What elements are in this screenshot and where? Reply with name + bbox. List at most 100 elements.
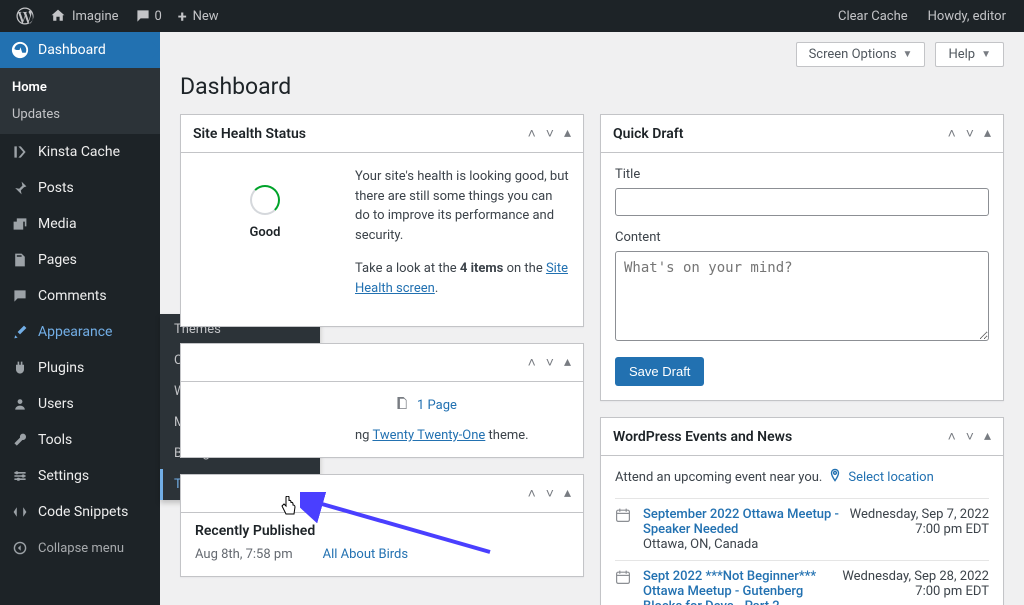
pages-icon: [10, 250, 30, 270]
box-title: Quick Draft: [613, 126, 683, 142]
wp-logo[interactable]: [8, 0, 42, 32]
move-down-icon[interactable]: ˅: [546, 485, 554, 502]
activity-date: Aug 8th, 7:58 pm: [195, 547, 293, 562]
site-name: Imagine: [72, 9, 119, 24]
screen-options-button[interactable]: Screen Options ▼: [796, 42, 926, 67]
help-label: Help: [948, 47, 975, 62]
move-down-icon[interactable]: ˅: [966, 428, 974, 445]
move-up-icon[interactable]: ˄: [948, 125, 956, 142]
move-down-icon[interactable]: ˅: [546, 125, 554, 142]
box-title: Site Health Status: [193, 126, 306, 142]
location-pin-icon: [828, 468, 842, 486]
box-title: [193, 355, 196, 371]
sub-item-updates[interactable]: Updates: [0, 101, 160, 128]
sub-item-home[interactable]: Home: [0, 74, 160, 101]
page-title: Dashboard: [180, 73, 1004, 100]
activity-post-link[interactable]: All About Birds: [323, 547, 408, 562]
event-row: Sept 2022 ***Not Beginner*** Ottawa Meet…: [615, 560, 989, 605]
at-a-glance-box: ˄ ˅ ▴ 1 Page ng Twenty Twenty-One theme.: [180, 343, 584, 458]
sidebar-item-appearance[interactable]: Appearance: [0, 314, 160, 350]
toggle-icon[interactable]: ▴: [984, 428, 991, 445]
new-content[interactable]: + New: [170, 0, 227, 32]
sidebar-item-settings[interactable]: Settings: [0, 458, 160, 494]
toggle-icon[interactable]: ▴: [984, 125, 991, 142]
qd-title-label: Title: [615, 167, 989, 182]
qd-title-input[interactable]: [615, 188, 989, 216]
clear-cache-link[interactable]: Clear Cache: [828, 9, 918, 24]
comments-icon: [10, 286, 30, 306]
collapse-icon: [10, 538, 30, 558]
event-time: 7:00 pm EDT: [842, 584, 989, 599]
howdy-link[interactable]: Howdy, editor: [918, 9, 1016, 24]
admin-toolbar: Imagine 0 + New Clear Cache Howdy, edito…: [0, 0, 1024, 32]
sidebar-item-kinsta-cache[interactable]: Kinsta Cache: [0, 134, 160, 170]
menu-label: Settings: [38, 468, 89, 484]
sliders-icon: [10, 466, 30, 486]
event-location: Ottawa, ON, Canada: [643, 537, 840, 552]
brush-icon: [10, 322, 30, 342]
move-down-icon[interactable]: ˅: [966, 125, 974, 142]
pages-count-link[interactable]: 1 Page: [195, 396, 569, 414]
menu-label: Posts: [38, 180, 74, 196]
sidebar-item-code-snippets[interactable]: Code Snippets: [0, 494, 160, 530]
sidebar-item-tools[interactable]: Tools: [0, 422, 160, 458]
events-box: WordPress Events and News ˄ ˅ ▴ Attend a…: [600, 417, 1004, 605]
menu-label: Users: [38, 396, 74, 412]
sidebar-item-pages[interactable]: Pages: [0, 242, 160, 278]
menu-label: Comments: [38, 288, 107, 304]
activity-heading: Recently Published: [195, 523, 569, 539]
kinsta-icon: [10, 142, 30, 162]
wrench-icon: [10, 430, 30, 450]
toggle-icon[interactable]: ▴: [564, 485, 571, 502]
sidebar-item-users[interactable]: Users: [0, 386, 160, 422]
menu-label: Tools: [38, 432, 72, 448]
save-draft-button[interactable]: Save Draft: [615, 357, 704, 386]
move-up-icon[interactable]: ˄: [528, 485, 536, 502]
health-text-1: Your site's health is looking good, but …: [355, 167, 569, 245]
menu-label: Pages: [38, 252, 77, 268]
move-up-icon[interactable]: ˄: [528, 354, 536, 371]
site-home[interactable]: Imagine: [42, 0, 127, 32]
sidebar-item-media[interactable]: Media: [0, 206, 160, 242]
collapse-menu[interactable]: Collapse menu: [0, 530, 160, 566]
event-date: Wednesday, Sep 7, 2022: [850, 507, 989, 522]
dashboard-icon: [10, 40, 30, 60]
page-icon: [395, 396, 409, 414]
site-health-box: Site Health Status ˄ ˅ ▴ Good: [180, 114, 584, 327]
collapse-label: Collapse menu: [38, 541, 124, 556]
health-status-label: Good: [195, 225, 335, 240]
move-down-icon[interactable]: ˅: [546, 354, 554, 371]
help-button[interactable]: Help ▼: [935, 42, 1004, 67]
menu-label: Dashboard: [38, 42, 106, 58]
dashboard-submenu: Home Updates: [0, 68, 160, 134]
comments-count: 0: [155, 9, 162, 24]
menu-label: Appearance: [38, 324, 112, 340]
move-up-icon[interactable]: ˄: [528, 125, 536, 142]
select-location-link[interactable]: Select location: [848, 470, 933, 485]
comments-link[interactable]: 0: [127, 0, 170, 32]
box-title: WordPress Events and News: [613, 429, 792, 445]
sidebar-item-dashboard[interactable]: Dashboard: [0, 32, 160, 68]
menu-label: Media: [38, 216, 77, 232]
event-date: Wednesday, Sep 28, 2022: [842, 569, 989, 584]
admin-sidebar: Dashboard Home Updates Kinsta Cache Post…: [0, 32, 160, 605]
screen-options-label: Screen Options: [809, 47, 897, 62]
event-row: September 2022 Ottawa Meetup - Speaker N…: [615, 498, 989, 560]
health-text-2: Take a look at the 4 items on the Site H…: [355, 259, 569, 298]
move-up-icon[interactable]: ˄: [948, 428, 956, 445]
event-title-link[interactable]: September 2022 Ottawa Meetup - Speaker N…: [643, 507, 839, 537]
event-title-link[interactable]: Sept 2022 ***Not Beginner*** Ottawa Meet…: [643, 569, 816, 605]
menu-label: Kinsta Cache: [38, 144, 120, 160]
calendar-icon: [615, 507, 633, 552]
theme-link[interactable]: Twenty Twenty-One: [372, 428, 485, 443]
sidebar-item-posts[interactable]: Posts: [0, 170, 160, 206]
sidebar-item-comments[interactable]: Comments: [0, 278, 160, 314]
qd-content-textarea[interactable]: [615, 251, 989, 341]
toggle-icon[interactable]: ▴: [564, 354, 571, 371]
toggle-icon[interactable]: ▴: [564, 125, 571, 142]
sidebar-item-plugins[interactable]: Plugins: [0, 350, 160, 386]
plug-icon: [10, 358, 30, 378]
code-icon: [10, 502, 30, 522]
activity-box: ˄ ˅ ▴ Recently Published Aug 8th, 7:58 p…: [180, 474, 584, 577]
caret-down-icon: ▼: [903, 49, 913, 60]
